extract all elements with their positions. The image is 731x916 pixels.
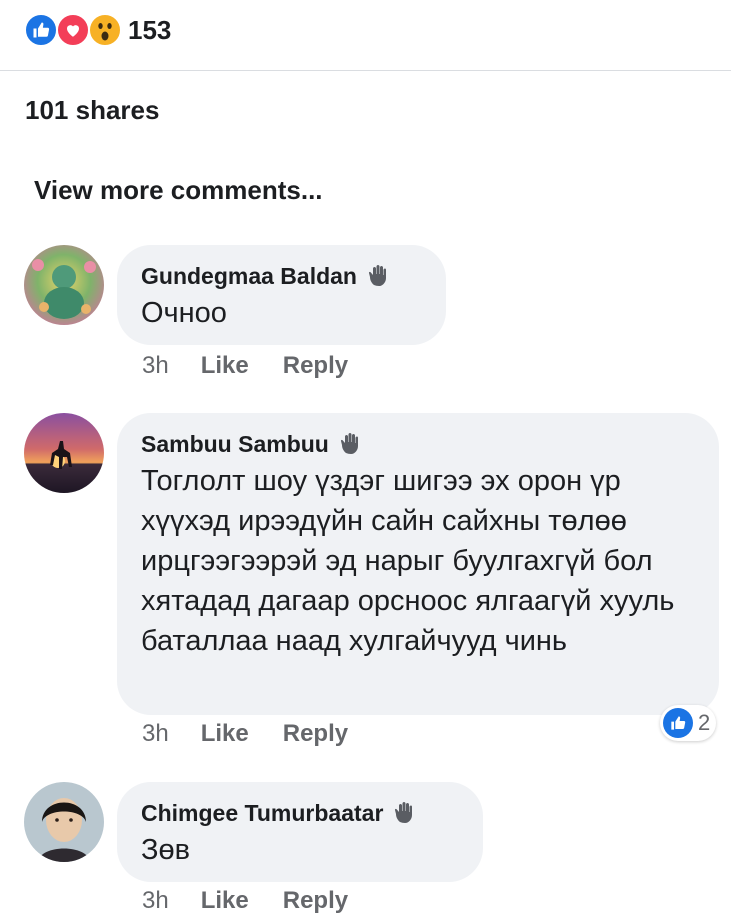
comment-author-row: Chimgee Tumurbaatar: [141, 798, 457, 828]
divider: [0, 70, 731, 71]
avatar[interactable]: [24, 413, 104, 493]
comment-bubble: Chimgee Tumurbaatar Зөв: [117, 782, 483, 882]
comment-text: Зөв: [141, 834, 191, 866]
avatar[interactable]: [24, 245, 104, 325]
comment: Gundegmaa Baldan Очноо 3h Like Reply: [24, 245, 724, 385]
reaction-count: 153: [128, 15, 172, 45]
comment-author-row: Sambuu Sambuu: [141, 429, 693, 459]
comment-author[interactable]: Chimgee Tumurbaatar: [141, 798, 383, 828]
view-more-comments-link[interactable]: View more comments...: [34, 172, 323, 208]
wave-icon: [393, 801, 417, 825]
like-button[interactable]: Like: [201, 351, 249, 381]
comment-actions: 3h Like Reply: [142, 719, 382, 749]
reaction-icons: [24, 13, 122, 47]
like-icon: [24, 13, 58, 47]
reply-button[interactable]: Reply: [283, 719, 348, 749]
like-button[interactable]: Like: [201, 886, 249, 916]
comment-text: Тоглолт шоу үздэг шигээ эх орон үр хүүхэ…: [141, 465, 675, 657]
reply-button[interactable]: Reply: [283, 351, 348, 381]
wave-icon: [339, 432, 363, 456]
comment-reactions[interactable]: 2: [660, 705, 717, 741]
comment-time[interactable]: 3h: [142, 351, 169, 381]
love-icon: [56, 13, 90, 47]
like-icon: [663, 708, 693, 738]
comment-author[interactable]: Sambuu Sambuu: [141, 429, 329, 459]
comment-reaction-count: 2: [698, 710, 711, 735]
comment-actions: 3h Like Reply: [142, 351, 382, 381]
reactions-summary[interactable]: 153: [24, 12, 171, 48]
comment-actions: 3h Like Reply: [142, 886, 382, 916]
comment-text: Очноо: [141, 297, 227, 329]
wow-icon: [88, 13, 122, 47]
comment: Sambuu Sambuu Тоглолт шоу үздэг шигээ эх…: [24, 413, 724, 758]
comment-time[interactable]: 3h: [142, 719, 169, 749]
comment-author-row: Gundegmaa Baldan: [141, 261, 420, 291]
comment-bubble: Gundegmaa Baldan Очноо: [117, 245, 446, 345]
comment-bubble: Sambuu Sambuu Тоглолт шоу үздэг шигээ эх…: [117, 413, 719, 715]
comment-author[interactable]: Gundegmaa Baldan: [141, 261, 357, 291]
like-button[interactable]: Like: [201, 719, 249, 749]
wave-icon: [367, 264, 391, 288]
comment-time[interactable]: 3h: [142, 886, 169, 916]
avatar[interactable]: [24, 782, 104, 862]
reply-button[interactable]: Reply: [283, 886, 348, 916]
comment: Chimgee Tumurbaatar Зөв 3h Like Reply: [24, 782, 724, 914]
shares-count[interactable]: 101 shares: [25, 92, 159, 128]
